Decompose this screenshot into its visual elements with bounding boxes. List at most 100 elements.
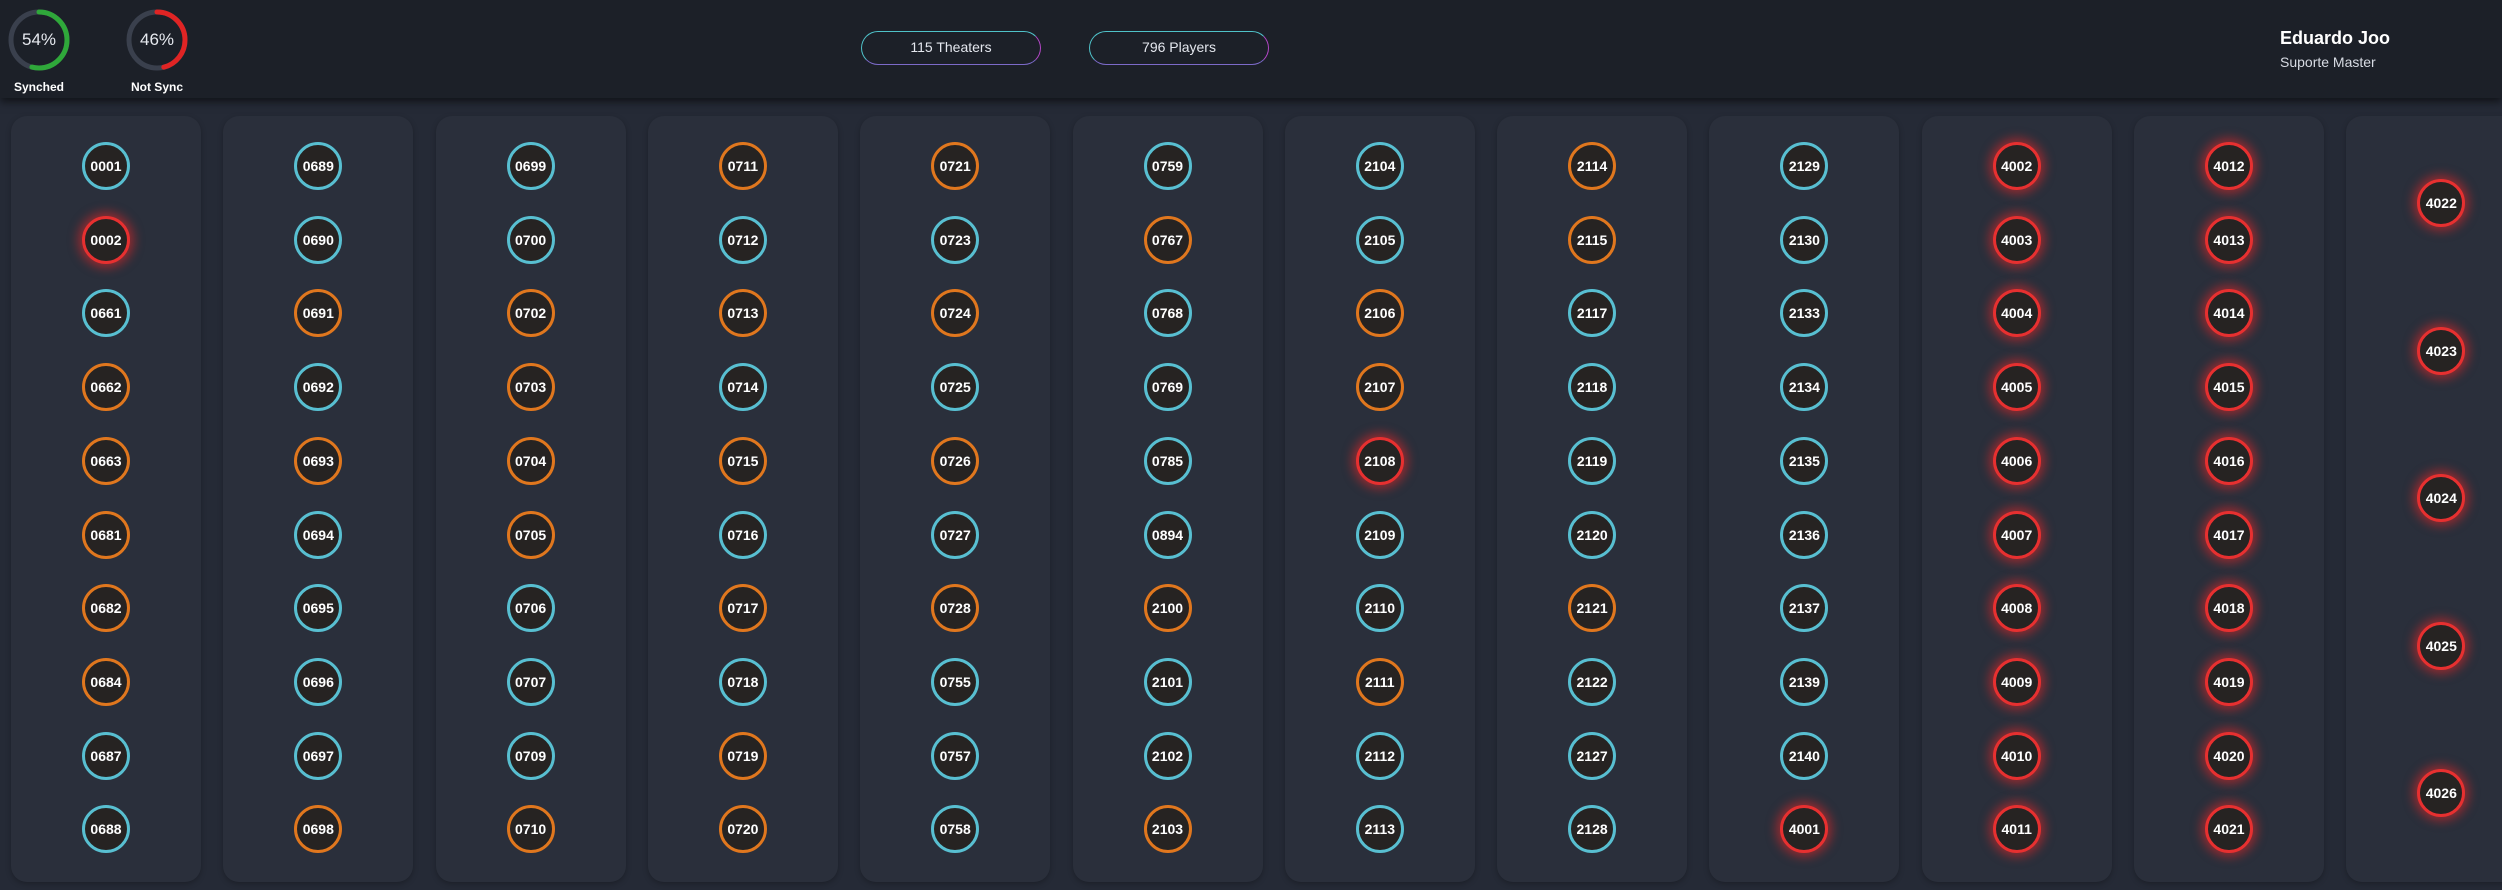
player-node[interactable]: 4023 [2417, 326, 2466, 375]
player-node[interactable]: 0681 [82, 510, 130, 559]
player-node[interactable]: 0689 [294, 142, 343, 190]
player-node[interactable]: 2139 [1780, 657, 1829, 706]
player-node[interactable]: 4013 [2205, 215, 2253, 264]
player-node[interactable]: 2119 [1568, 436, 1617, 485]
player-node[interactable]: 0767 [1143, 215, 1192, 264]
player-node[interactable]: 0002 [82, 215, 130, 264]
player-node[interactable]: 0719 [718, 731, 767, 780]
player-node[interactable]: 0712 [718, 215, 767, 264]
player-node[interactable]: 2110 [1355, 584, 1404, 633]
player-node[interactable]: 2130 [1780, 215, 1829, 264]
player-node[interactable]: 0726 [931, 436, 980, 485]
player-node[interactable]: 4018 [2205, 584, 2253, 633]
player-node[interactable]: 0714 [718, 363, 767, 412]
player-node[interactable]: 0001 [82, 142, 130, 190]
player-node[interactable]: 2106 [1355, 289, 1404, 338]
player-node[interactable]: 0894 [1143, 510, 1192, 559]
player-node[interactable]: 4002 [1992, 142, 2041, 190]
player-node[interactable]: 2118 [1568, 363, 1617, 412]
player-node[interactable]: 2112 [1355, 731, 1404, 780]
player-node[interactable]: 2114 [1568, 142, 1617, 190]
player-node[interactable]: 0705 [506, 510, 555, 559]
player-node[interactable]: 0769 [1143, 363, 1192, 412]
player-node[interactable]: 0710 [506, 805, 555, 854]
player-node[interactable]: 4006 [1992, 436, 2041, 485]
player-node[interactable]: 4010 [1992, 731, 2041, 780]
player-node[interactable]: 0759 [1143, 142, 1192, 190]
player-node[interactable]: 4024 [2417, 474, 2466, 522]
player-node[interactable]: 0757 [931, 731, 980, 780]
player-node[interactable]: 2127 [1568, 731, 1617, 780]
player-node[interactable]: 0663 [82, 436, 130, 485]
player-node[interactable]: 0727 [931, 510, 980, 559]
player-node[interactable]: 4004 [1992, 289, 2041, 338]
player-node[interactable]: 2115 [1568, 215, 1617, 264]
player-node[interactable]: 0713 [718, 289, 767, 338]
player-node[interactable]: 0715 [718, 436, 767, 485]
player-node[interactable]: 0694 [294, 510, 343, 559]
player-node[interactable]: 0706 [506, 584, 555, 633]
theaters-count-button[interactable]: 115 Theaters [861, 31, 1041, 65]
player-node[interactable]: 0755 [931, 657, 980, 706]
player-node[interactable]: 0703 [506, 363, 555, 412]
player-node[interactable]: 2102 [1143, 731, 1192, 780]
player-node[interactable]: 2101 [1143, 657, 1192, 706]
player-node[interactable]: 4009 [1992, 657, 2041, 706]
player-node[interactable]: 4019 [2205, 657, 2253, 706]
player-node[interactable]: 2100 [1143, 584, 1192, 633]
player-node[interactable]: 0716 [718, 510, 767, 559]
player-node[interactable]: 2111 [1355, 657, 1404, 706]
player-node[interactable]: 0687 [82, 731, 130, 780]
player-node[interactable]: 0711 [718, 142, 767, 190]
player-node[interactable]: 0768 [1143, 289, 1192, 338]
player-node[interactable]: 2121 [1568, 584, 1617, 633]
player-node[interactable]: 4003 [1992, 215, 2041, 264]
player-node[interactable]: 0702 [506, 289, 555, 338]
player-node[interactable]: 4017 [2205, 510, 2253, 559]
player-node[interactable]: 2140 [1780, 731, 1829, 780]
player-node[interactable]: 0662 [82, 363, 130, 412]
player-node[interactable]: 0699 [506, 142, 555, 190]
player-node[interactable]: 2103 [1143, 805, 1192, 854]
player-node[interactable]: 0720 [718, 805, 767, 854]
player-node[interactable]: 4007 [1992, 510, 2041, 559]
player-node[interactable]: 4016 [2205, 436, 2253, 485]
player-node[interactable]: 0684 [82, 657, 130, 706]
player-node[interactable]: 4012 [2205, 142, 2253, 190]
player-node[interactable]: 2122 [1568, 657, 1617, 706]
player-node[interactable]: 4008 [1992, 584, 2041, 633]
players-count-button[interactable]: 796 Players [1089, 31, 1269, 65]
player-node[interactable]: 4021 [2205, 805, 2253, 854]
player-node[interactable]: 0725 [931, 363, 980, 412]
player-node[interactable]: 2107 [1355, 363, 1404, 412]
player-node[interactable]: 2109 [1355, 510, 1404, 559]
player-node[interactable]: 2120 [1568, 510, 1617, 559]
player-node[interactable]: 2108 [1355, 436, 1404, 485]
player-node[interactable]: 0690 [294, 215, 343, 264]
player-node[interactable]: 0693 [294, 436, 343, 485]
player-node[interactable]: 2105 [1355, 215, 1404, 264]
player-node[interactable]: 4022 [2417, 179, 2466, 227]
player-node[interactable]: 0704 [506, 436, 555, 485]
player-node[interactable]: 0688 [82, 805, 130, 854]
player-node[interactable]: 4015 [2205, 363, 2253, 412]
player-node[interactable]: 0696 [294, 657, 343, 706]
player-node[interactable]: 0707 [506, 657, 555, 706]
player-node[interactable]: 0721 [931, 142, 980, 190]
player-node[interactable]: 2113 [1355, 805, 1404, 854]
player-node[interactable]: 4020 [2205, 731, 2253, 780]
player-node[interactable]: 0682 [82, 584, 130, 633]
player-node[interactable]: 0697 [294, 731, 343, 780]
player-node[interactable]: 0785 [1143, 436, 1192, 485]
player-node[interactable]: 2104 [1355, 142, 1404, 190]
player-node[interactable]: 0709 [506, 731, 555, 780]
player-node[interactable]: 0700 [506, 215, 555, 264]
player-node[interactable]: 2135 [1780, 436, 1829, 485]
player-node[interactable]: 4011 [1992, 805, 2041, 854]
player-node[interactable]: 0717 [718, 584, 767, 633]
player-node[interactable]: 4005 [1992, 363, 2041, 412]
player-node[interactable]: 2136 [1780, 510, 1829, 559]
player-node[interactable]: 4025 [2417, 621, 2466, 670]
player-node[interactable]: 0718 [718, 657, 767, 706]
player-node[interactable]: 0723 [931, 215, 980, 264]
